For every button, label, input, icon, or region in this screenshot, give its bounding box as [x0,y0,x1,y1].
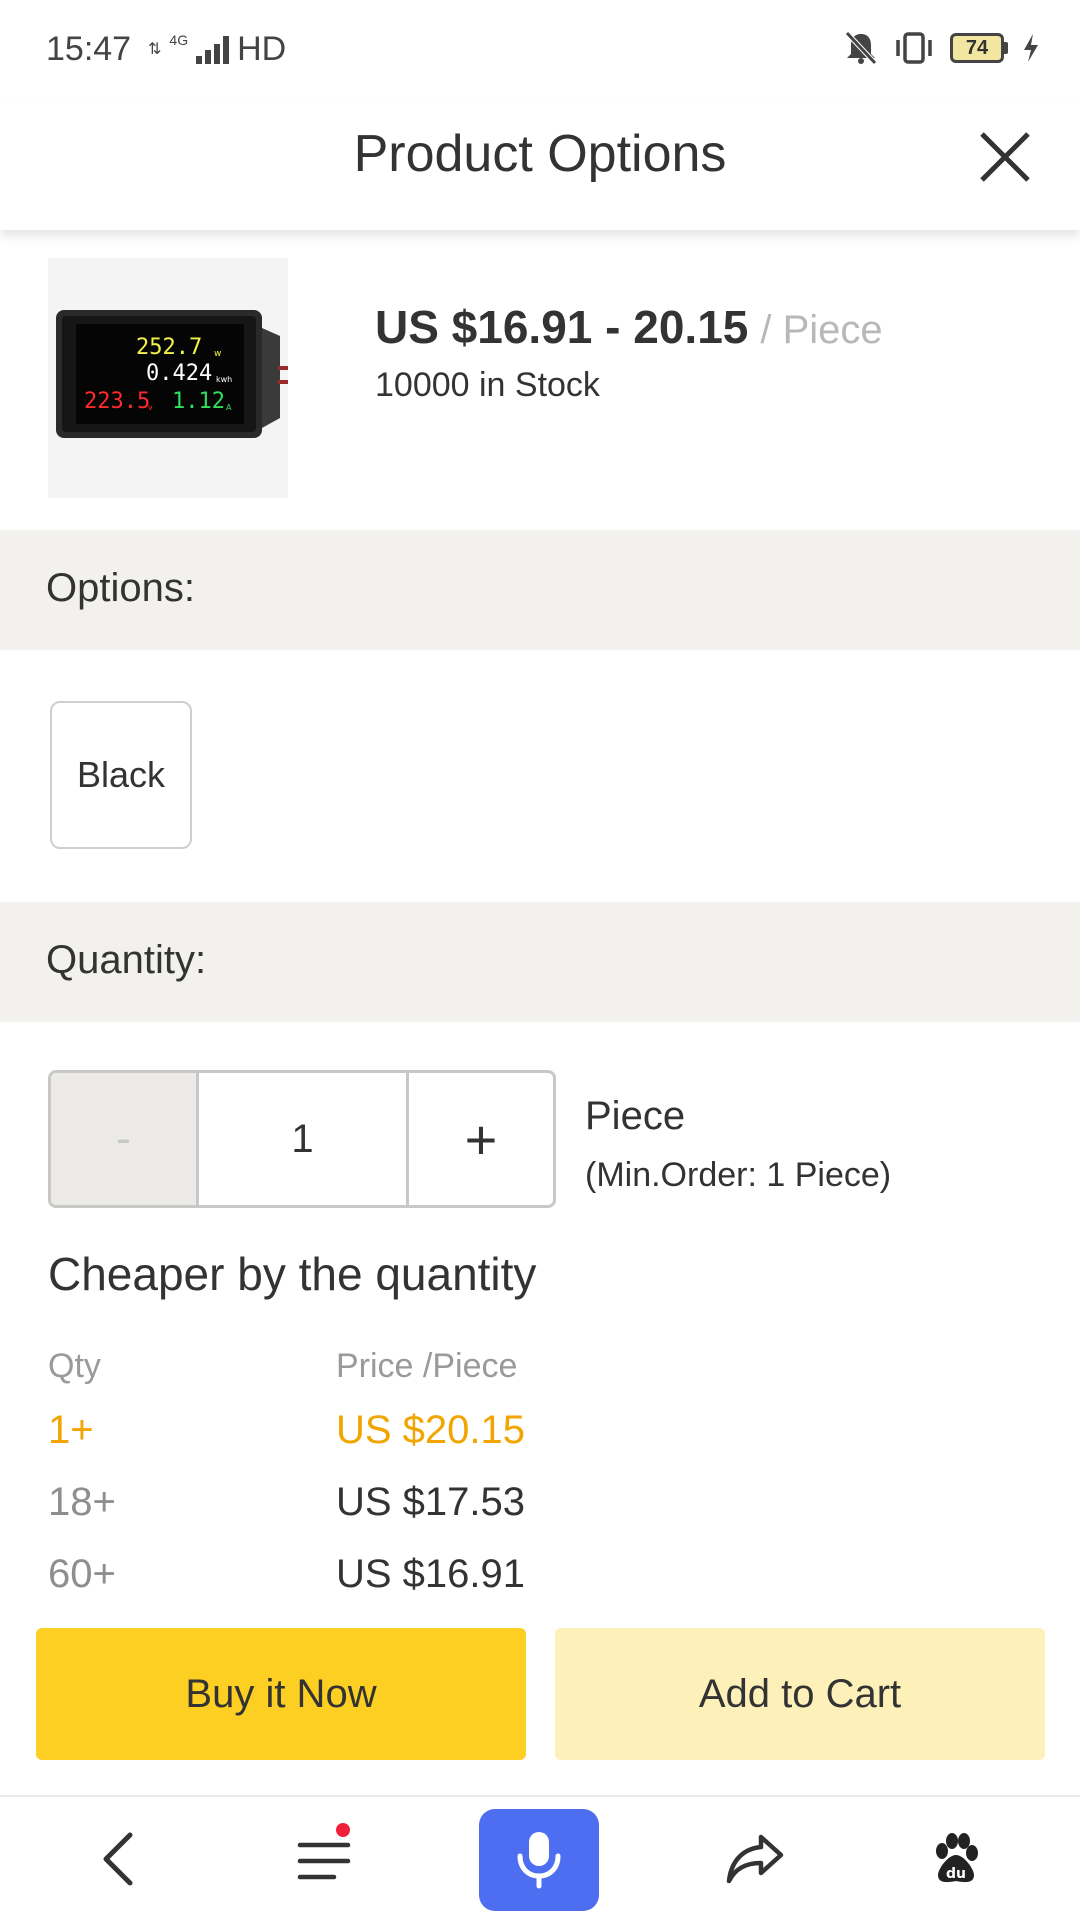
tier-qty: 60+ [48,1551,116,1596]
increase-button[interactable]: + [409,1073,553,1205]
tier-row: 1+ US $20.15 [48,1394,748,1466]
share-icon [726,1834,784,1884]
tier-qty-header: Qty [48,1346,101,1385]
share-button[interactable] [707,1811,803,1907]
network-indicator: ⇅ 4G HD [148,30,286,69]
quantity-unit: Piece [585,1094,686,1138]
quantity-label: Quantity: [46,938,207,982]
status-icons: 74 [844,30,1040,66]
price-range: US $16.91 - 20.15 [375,301,749,353]
notification-dot [336,1823,350,1837]
vibrate-icon [896,32,932,64]
buy-now-button[interactable]: Buy it Now [36,1628,526,1760]
min-order-note: (Min.Order: 1 Piece) [585,1156,892,1194]
close-button[interactable] [970,122,1040,192]
meter-power-unit: w [214,349,221,359]
tier-row: 18+ US $17.53 [48,1466,748,1538]
battery-level: 74 [950,33,1004,63]
tier-price: US $17.53 [336,1479,526,1524]
baidu-button[interactable]: du [908,1811,1004,1907]
product-image: 252.7 w 0.424 kwh 223.5 v 1.12 A [48,258,288,498]
page-title: Product Options [353,125,727,183]
meter-power-reading: 252.7 [136,335,202,360]
price-line: US $16.91 - 20.15 / Piece [375,300,883,354]
decrease-button[interactable]: - [51,1073,199,1205]
signal-icon [196,35,230,64]
charging-icon [1024,34,1038,62]
product-summary: 252.7 w 0.424 kwh 223.5 v 1.12 A US $16.… [0,230,1080,530]
menu-button[interactable] [276,1811,372,1907]
stock-count: 10000 in Stock [375,366,600,404]
action-bar: Buy it Now Add to Cart [0,1600,1080,1800]
option-black[interactable]: Black [50,701,192,849]
tier-price: US $16.91 [336,1551,526,1596]
meter-voltage-reading: 223.5 [84,389,150,414]
browser-bottom-nav: du [0,1795,1080,1920]
tier-qty: 18+ [48,1479,116,1524]
add-to-cart-button[interactable]: Add to Cart [555,1628,1045,1760]
tier-pricing-table: Qty Price /Piece 1+ US $20.15 18+ US $17… [48,1338,748,1610]
menu-icon [297,1842,351,1880]
baidu-paw-icon: du [936,1833,978,1883]
quantity-section-header: Quantity: [0,902,1080,1022]
header: Product Options [0,100,1080,230]
network-type: 4G [169,31,189,48]
options-section-header: Options: [0,530,1080,650]
tier-pricing-title: Cheaper by the quantity [48,1248,537,1300]
status-time: 15:47 [46,30,132,68]
tier-qty: 1+ [48,1407,94,1452]
bell-off-icon [845,31,877,65]
tier-price: US $20.15 [336,1407,526,1452]
status-bar: 15:47 ⇅ 4G HD 74 [0,0,1080,100]
meter-current-unit: A [226,403,232,412]
tier-table-header: Qty Price /Piece [48,1338,748,1394]
quantity-stepper: - 1 + [48,1070,556,1208]
meter-current-reading: 1.12 [172,389,225,414]
hd-label: HD [237,30,287,68]
data-arrows-icon: ⇅ [148,40,162,58]
quantity-input[interactable]: 1 [199,1073,409,1205]
back-icon [103,1832,133,1886]
voice-search-button[interactable] [479,1809,599,1911]
options-label: Options: [46,566,195,610]
svg-text:du: du [946,1866,966,1882]
microphone-icon [517,1832,561,1889]
meter-energy-unit: kwh [216,375,232,384]
price-unit: / Piece [760,308,883,352]
battery-icon: 74 [950,33,1008,63]
close-icon [980,132,1030,182]
back-button[interactable] [72,1811,168,1907]
tier-price-header: Price /Piece [336,1346,518,1385]
meter-energy-reading: 0.424 [146,361,212,386]
meter-voltage-unit: v [148,403,153,412]
